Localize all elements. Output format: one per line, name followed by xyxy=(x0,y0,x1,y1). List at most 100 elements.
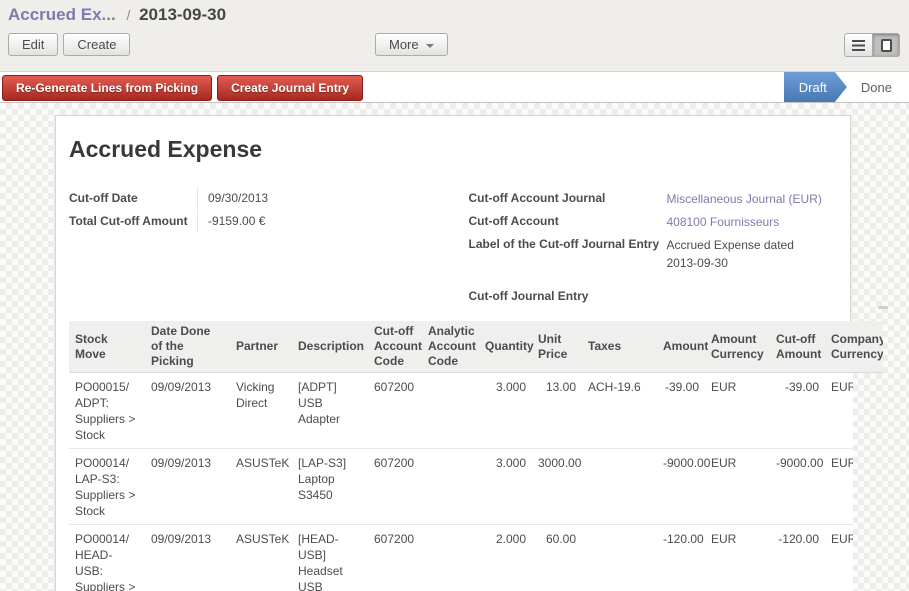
regenerate-lines-button[interactable]: Re-Generate Lines from Picking xyxy=(2,75,212,101)
table-cell[interactable]: Vicking Direct xyxy=(230,373,292,449)
total-cutoff-amount-value: -9159.00 € xyxy=(197,210,468,232)
table-cell[interactable]: PO00015/ ADPT: Suppliers > Stock xyxy=(69,373,145,449)
table-cell[interactable]: -9000.00 xyxy=(770,449,825,525)
table-cell[interactable]: -39.00 xyxy=(657,373,705,449)
column-header: Amount Currency xyxy=(705,321,770,373)
journal-entry-label-value: Accrued Expense dated 2013-09-30 xyxy=(666,233,806,272)
table-cell[interactable]: 09/09/2013 xyxy=(145,449,230,525)
table-row[interactable]: PO00015/ ADPT: Suppliers > Stock09/09/20… xyxy=(69,373,853,449)
table-cell[interactable]: 09/09/2013 xyxy=(145,525,230,591)
cutoff-journal-entry-value xyxy=(666,285,850,307)
form-icon xyxy=(881,39,892,52)
table-cell[interactable]: [LAP-S3] Laptop S3450 xyxy=(292,449,368,525)
breadcrumb-current: 2013-09-30 xyxy=(139,5,226,24)
table-header: Stock MoveDate Done of the PickingPartne… xyxy=(69,321,883,373)
column-header: Cut-off Account Code xyxy=(368,321,422,373)
toolbar-left-buttons: Edit Create xyxy=(8,33,130,56)
form-view-button[interactable] xyxy=(872,33,900,57)
cutoff-account-journal-link[interactable]: Miscellaneous Journal (EUR) xyxy=(666,187,850,209)
column-header: Unit Price xyxy=(532,321,582,373)
cutoff-account-label: Cut-off Account xyxy=(468,210,666,232)
table-cell[interactable]: 13.00 xyxy=(532,373,582,449)
table-cell[interactable]: PO00014/ LAP-S3: Suppliers > Stock xyxy=(69,449,145,525)
table-cell[interactable]: EUR xyxy=(705,449,770,525)
cutoff-account-journal-field: Cut-off Account Journal Miscellaneous Jo… xyxy=(468,187,850,209)
breadcrumb-parent-link[interactable]: Accrued Ex... xyxy=(8,5,116,24)
table-cell[interactable]: 3.000 xyxy=(479,373,532,449)
table-cell[interactable]: 607200 xyxy=(368,449,422,525)
table-cell[interactable] xyxy=(422,373,479,449)
table-cell[interactable]: -120.00 xyxy=(657,525,705,591)
edit-button[interactable]: Edit xyxy=(8,33,58,56)
table-cell[interactable]: EUR xyxy=(825,525,853,591)
form-sheet: Accrued Expense Cut-off Date 09/30/2013 … xyxy=(55,115,851,591)
table-row[interactable]: PO00014/ LAP-S3: Suppliers > Stock09/09/… xyxy=(69,449,853,525)
cutoff-date-field: Cut-off Date 09/30/2013 xyxy=(69,187,468,209)
table-body: PO00015/ ADPT: Suppliers > Stock09/09/20… xyxy=(69,373,853,591)
more-dropdown: More xyxy=(375,33,448,56)
left-field-group: Cut-off Date 09/30/2013 Total Cut-off Am… xyxy=(69,187,468,308)
table-cell[interactable]: EUR xyxy=(825,373,853,449)
total-cutoff-amount-label: Total Cut-off Amount xyxy=(69,210,197,232)
column-header: Cut-off Amount xyxy=(770,321,825,373)
table-cell[interactable] xyxy=(582,525,657,591)
form-title: Accrued Expense xyxy=(69,136,850,163)
column-header: Company Currency xyxy=(825,321,883,373)
column-header: Description xyxy=(292,321,368,373)
cutoff-date-label: Cut-off Date xyxy=(69,187,197,209)
cutoff-account-journal-label: Cut-off Account Journal xyxy=(468,187,666,209)
column-header: Date Done of the Picking xyxy=(145,321,230,373)
breadcrumb-separator: / xyxy=(126,7,130,23)
table-cell[interactable]: 09/09/2013 xyxy=(145,373,230,449)
chevron-down-icon xyxy=(426,44,434,48)
top-bar: Accrued Ex... / 2013-09-30 Edit Create M… xyxy=(0,0,909,71)
content-area: Accrued Expense Cut-off Date 09/30/2013 … xyxy=(0,103,909,591)
column-header: Analytic Account Code xyxy=(422,321,479,373)
workflow-buttons: Re-Generate Lines from Picking Create Jo… xyxy=(2,75,363,101)
table-cell[interactable]: 607200 xyxy=(368,373,422,449)
toolbar: Edit Create More xyxy=(0,25,909,65)
table-cell[interactable]: EUR xyxy=(705,373,770,449)
table-cell[interactable]: -120.00 xyxy=(770,525,825,591)
column-header: Taxes xyxy=(582,321,657,373)
list-view-button[interactable] xyxy=(844,33,872,57)
column-header: Partner xyxy=(230,321,292,373)
table-cell[interactable]: 607200 xyxy=(368,525,422,591)
statusbar: Draft Done xyxy=(784,72,900,102)
view-switcher xyxy=(844,33,900,57)
vertical-scrollbar[interactable] xyxy=(878,306,888,309)
table-cell[interactable]: 60.00 xyxy=(532,525,582,591)
breadcrumb: Accrued Ex... / 2013-09-30 xyxy=(0,0,909,25)
app-window: Accrued Ex... / 2013-09-30 Edit Create M… xyxy=(0,0,909,591)
table-cell[interactable]: ACH-19.6 xyxy=(582,373,657,449)
table-cell[interactable]: -9000.00 xyxy=(657,449,705,525)
table-cell[interactable]: EUR xyxy=(705,525,770,591)
table-row[interactable]: PO00014/ HEAD-USB: Suppliers > Stock09/0… xyxy=(69,525,853,591)
more-button[interactable]: More xyxy=(375,33,448,56)
status-done: Done xyxy=(847,72,900,102)
right-field-group: Cut-off Account Journal Miscellaneous Jo… xyxy=(468,187,850,308)
create-journal-entry-button[interactable]: Create Journal Entry xyxy=(217,75,363,101)
table-cell[interactable]: ASUSTeK xyxy=(230,449,292,525)
table-cell[interactable]: 3.000 xyxy=(479,449,532,525)
table-cell[interactable]: ASUSTeK xyxy=(230,525,292,591)
journal-entry-label-label: Label of the Cut-off Journal Entry xyxy=(468,233,666,272)
total-cutoff-amount-field: Total Cut-off Amount -9159.00 € xyxy=(69,210,468,232)
column-header: Quantity xyxy=(479,321,532,373)
table-cell[interactable]: 3000.00 xyxy=(532,449,582,525)
table-cell[interactable]: PO00014/ HEAD-USB: Suppliers > Stock xyxy=(69,525,145,591)
table-cell[interactable]: -39.00 xyxy=(770,373,825,449)
cutoff-account-link[interactable]: 408100 Fournisseurs xyxy=(666,210,850,232)
table-cell[interactable] xyxy=(422,525,479,591)
table-cell[interactable] xyxy=(422,449,479,525)
table-cell[interactable]: [ADPT] USB Adapter xyxy=(292,373,368,449)
status-draft: Draft xyxy=(784,72,847,102)
table-cell[interactable]: EUR xyxy=(825,449,853,525)
create-button[interactable]: Create xyxy=(63,33,130,56)
table-cell[interactable]: 2.000 xyxy=(479,525,532,591)
cutoff-journal-entry-label: Cut-off Journal Entry xyxy=(468,285,666,307)
cutoff-lines-table: Stock MoveDate Done of the PickingPartne… xyxy=(69,321,883,591)
table-cell[interactable]: [HEAD-USB] Headset USB xyxy=(292,525,368,591)
table-cell[interactable] xyxy=(582,449,657,525)
journal-entry-label-field: Label of the Cut-off Journal Entry Accru… xyxy=(468,233,850,272)
